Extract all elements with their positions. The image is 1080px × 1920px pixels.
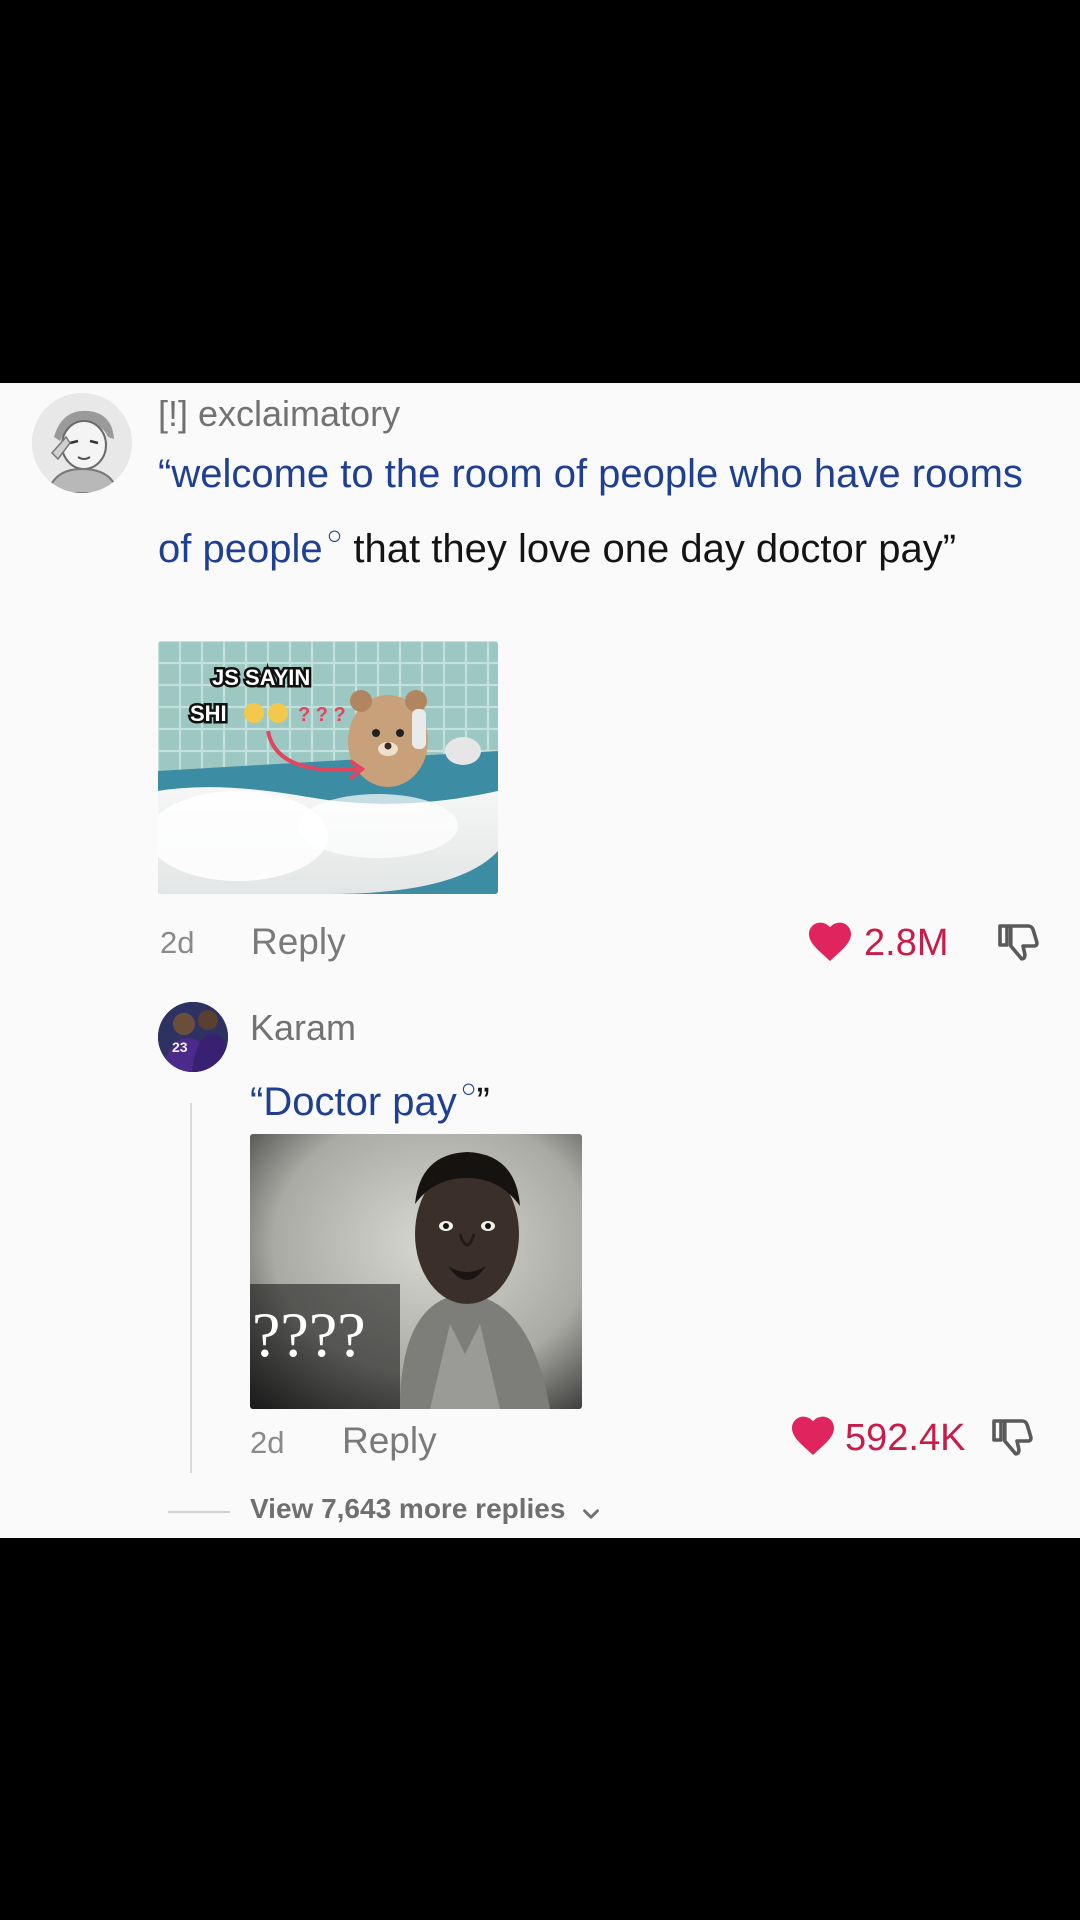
view-more-divider — [168, 1511, 230, 1513]
comment-username[interactable]: [!] exclaimatory — [158, 393, 400, 435]
reply-text-rest: ” — [476, 1080, 490, 1124]
reply-age: 2d — [250, 1425, 285, 1460]
thread-line — [190, 1103, 192, 1473]
avatar-photo: 23 — [158, 1002, 228, 1072]
avatar[interactable] — [32, 393, 132, 493]
comment-sticker-image[interactable]: JS SAYIN SHI ? ? ? — [158, 641, 498, 894]
chevron-down-icon[interactable] — [578, 1501, 604, 1532]
video-bottom-area — [0, 1538, 1080, 1920]
circle-icon[interactable]: ○ — [461, 1073, 477, 1103]
video-top-area — [0, 0, 1080, 383]
like-count: 592.4K — [845, 1417, 966, 1459]
reply-button[interactable]: Reply — [251, 921, 346, 963]
reply-search-link[interactable]: “Doctor pay — [250, 1080, 457, 1124]
circle-icon[interactable]: ○ — [327, 520, 343, 550]
avatar-illustration — [32, 393, 132, 493]
sticker-caption-line1: JS SAYIN — [212, 665, 310, 690]
reply-button[interactable]: Reply — [342, 1420, 437, 1462]
sticker-question-marks: ? ? ? — [298, 704, 346, 726]
thumbs-down-icon[interactable] — [988, 1413, 1036, 1466]
sticker-caption-line2: SHI — [190, 701, 227, 726]
comment-text: “welcome to the room of people who have … — [158, 444, 1038, 580]
comment-age: 2d — [160, 925, 195, 960]
heart-icon[interactable] — [789, 1413, 837, 1462]
reply-sticker-image[interactable]: ???? — [250, 1134, 582, 1409]
avatar[interactable]: 23 — [158, 1002, 228, 1072]
view-more-replies-button[interactable]: View 7,643 more replies — [250, 1493, 565, 1525]
like-count: 2.8M — [864, 922, 949, 964]
sticker-question-marks: ???? — [252, 1299, 366, 1370]
reply-username[interactable]: Karam — [250, 1007, 356, 1049]
reply-text: “Doctor pay ○” — [250, 1058, 1030, 1133]
avatar-jersey-number: 23 — [172, 1039, 188, 1055]
comment-text-rest: that they love one day doctor pay” — [342, 527, 957, 571]
thumbs-down-icon[interactable] — [994, 918, 1042, 971]
heart-icon[interactable] — [806, 919, 854, 968]
